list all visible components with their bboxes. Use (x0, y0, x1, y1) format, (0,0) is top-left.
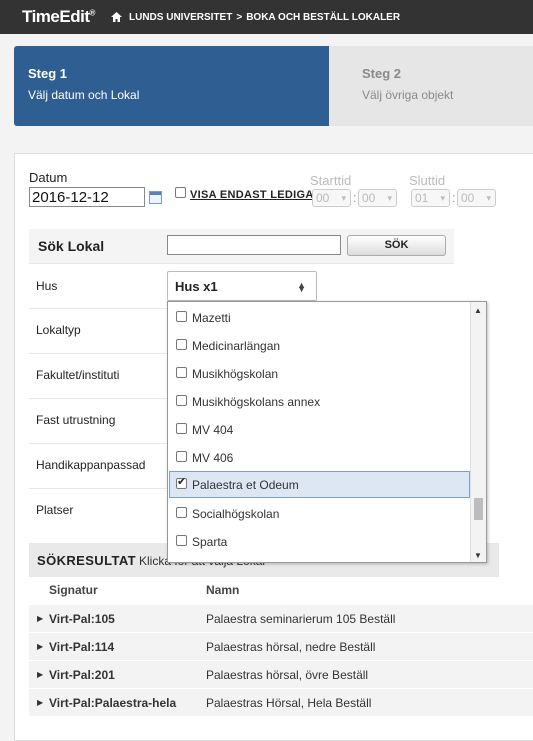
search-input[interactable] (167, 235, 341, 255)
step-1[interactable]: Steg 1 Välj datum och Lokal (14, 46, 329, 126)
step-2-title: Steg 2 (362, 66, 402, 81)
option-checkbox[interactable] (176, 423, 187, 434)
dropdown-option[interactable]: Mazetti (169, 304, 469, 332)
result-name: Palaestras Hörsal, Hela Beställ (206, 696, 372, 710)
step-1-subtitle: Välj datum och Lokal (28, 88, 140, 102)
dropdown-option[interactable]: Musikhögskolan (169, 360, 469, 388)
filter-label: Fast utrustning (36, 413, 116, 427)
search-button[interactable]: SÖK (347, 235, 446, 256)
calendar-icon[interactable] (149, 191, 162, 204)
result-signature: Virt-Pal:Palaestra-hela (49, 696, 177, 710)
timeedit-logo[interactable]: TimeEdit® (22, 7, 95, 27)
step-2[interactable]: Steg 2 Välj övriga objekt (329, 46, 533, 126)
home-icon[interactable] (111, 12, 122, 22)
filter-label: Lokaltyp (36, 323, 81, 337)
result-signature: Virt-Pal:201 (49, 668, 115, 682)
hus-select-value: Hus x1 (175, 279, 218, 294)
option-label: Musikhögskolans annex (192, 395, 321, 409)
step-2-subtitle: Välj övriga objekt (362, 88, 454, 102)
result-signature: Virt-Pal:114 (49, 640, 115, 654)
result-name: Palaestras hörsal, övre Beställ (206, 668, 369, 682)
only-free-checkbox[interactable] (175, 187, 186, 198)
breadcrumb-university[interactable]: LUNDS UNIVERSITET (129, 12, 232, 23)
option-checkbox[interactable] (176, 507, 187, 518)
option-label: Medicinarlängan (192, 339, 281, 353)
start-minute-select[interactable]: 00 (358, 189, 397, 207)
option-label: MV 404 (192, 423, 234, 437)
dropdown-option[interactable]: Socialhögskolan (169, 500, 469, 528)
expand-arrow-icon[interactable]: ▶ (37, 670, 43, 679)
result-row[interactable]: ▶ Virt-Pal:105 Palaestra seminarierum 10… (29, 604, 533, 632)
end-hour-select[interactable]: 01 (411, 189, 450, 207)
breadcrumb: LUNDS UNIVERSITET > BOKA OCH BESTÄLL LOKAL… (129, 12, 404, 23)
option-label: Musikhögskolan (192, 367, 279, 381)
top-bar: TimeEdit® LUNDS UNIVERSITET > BOKA OCH BES… (0, 0, 533, 34)
option-checkbox-checked[interactable] (176, 475, 187, 489)
hus-select[interactable]: Hus x1 ▲ ▼ (167, 271, 317, 301)
only-free-label[interactable]: VISA ENDAST LEDIGA (190, 189, 314, 201)
end-colon: : (452, 190, 456, 205)
dropdown-option[interactable]: Musikhögskolans annex (169, 388, 469, 416)
end-minute-select[interactable]: 00 (457, 189, 496, 207)
filter-label: Fakultet/instituti (36, 368, 120, 382)
result-name: Palaestras hörsal, nedre Beställ (206, 640, 376, 654)
results-title: SÖKRESULTAT (37, 553, 137, 568)
end-time-label: Sluttid (409, 173, 446, 188)
step-1-title: Steg 1 (28, 66, 68, 81)
dropdown-option[interactable]: Sparta (169, 528, 469, 556)
start-colon: : (353, 190, 357, 205)
filter-label: Platser (36, 503, 74, 517)
wizard-steps: Steg 1 Välj datum och Lokal Steg 2 Välj … (14, 46, 533, 126)
dropdown-option[interactable]: MV 404 (169, 416, 469, 444)
option-label: Mazetti (192, 311, 231, 325)
option-checkbox[interactable] (176, 535, 187, 546)
option-checkbox[interactable] (176, 451, 187, 462)
hus-dropdown-list[interactable]: Mazetti Medicinarlängan Musikhögskolan M… (167, 301, 487, 563)
start-hour-select[interactable]: 00 (312, 189, 351, 207)
dropdown-scrollbar[interactable]: ▲ ▼ (470, 302, 486, 562)
dropdown-option-selected[interactable]: Palaestra et Odeum (169, 471, 470, 498)
breadcrumb-booking[interactable]: BOKA OCH BESTÄLL LOKALER (246, 12, 400, 23)
result-signature: Virt-Pal:105 (49, 612, 115, 626)
result-row[interactable]: ▶ Virt-Pal:114 Palaestras hörsal, nedre … (29, 632, 533, 660)
start-time-label: Starttid (310, 173, 352, 188)
option-label: Palaestra et Odeum (192, 478, 299, 492)
option-label: MV 406 (192, 451, 234, 465)
result-row[interactable]: ▶ Virt-Pal:Palaestra-hela Palaestras Hör… (29, 688, 533, 716)
option-checkbox[interactable] (176, 367, 187, 378)
option-checkbox[interactable] (176, 339, 187, 350)
option-checkbox[interactable] (176, 395, 187, 406)
dropdown-option[interactable]: Medicinarlängan (169, 332, 469, 360)
date-input[interactable]: 2016-12-12 (29, 187, 145, 207)
filter-label: Handikappanpassad (36, 458, 146, 472)
filter-label-hus: Hus (36, 279, 58, 293)
option-label: Sparta (192, 535, 228, 549)
dropdown-option[interactable]: MV 406 (169, 444, 469, 472)
expand-arrow-icon[interactable]: ▶ (37, 698, 43, 707)
column-header-signatur[interactable]: Signatur (49, 583, 98, 597)
scroll-up-icon[interactable]: ▲ (474, 306, 482, 315)
expand-arrow-icon[interactable]: ▶ (37, 614, 43, 623)
option-label: Socialhögskolan (192, 507, 280, 521)
scrollbar-thumb[interactable] (474, 498, 483, 520)
date-label: Datum (29, 170, 68, 185)
option-checkbox[interactable] (176, 311, 187, 322)
result-name: Palaestra seminarierum 105 Beställ (206, 612, 396, 626)
select-arrows-icon: ▲ ▼ (297, 280, 306, 294)
search-title: Sök Lokal (38, 238, 105, 254)
expand-arrow-icon[interactable]: ▶ (37, 642, 43, 651)
result-row[interactable]: ▶ Virt-Pal:201 Palaestras hörsal, övre B… (29, 660, 533, 688)
column-header-namn[interactable]: Namn (206, 583, 239, 597)
scroll-down-icon[interactable]: ▼ (474, 551, 482, 560)
breadcrumb-separator: > (236, 12, 243, 23)
